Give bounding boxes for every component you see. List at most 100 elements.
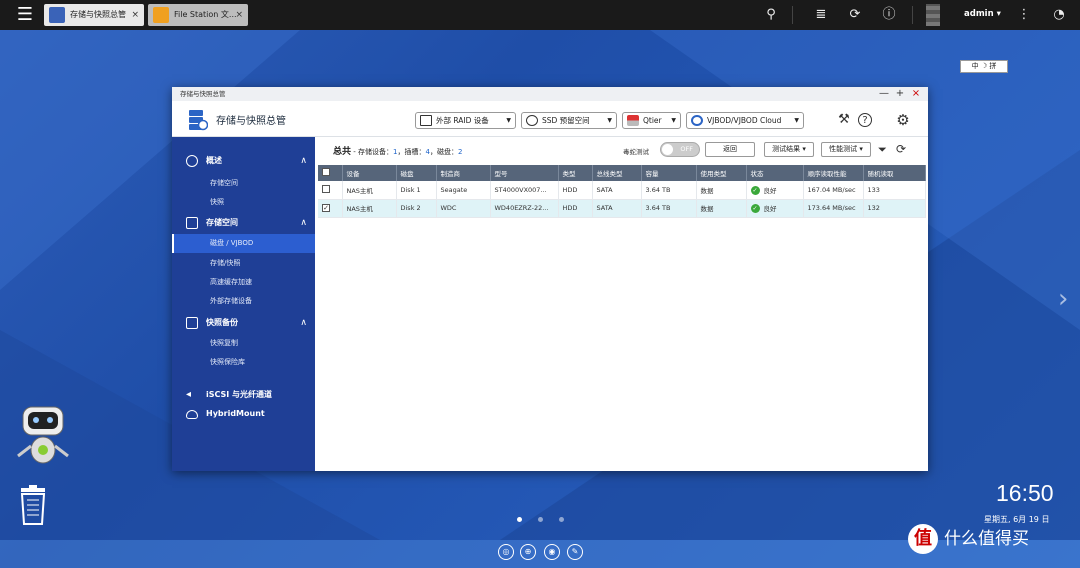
column-header[interactable]: 制造商 xyxy=(436,165,491,181)
toggle-knob xyxy=(662,144,673,155)
tab-storage-manager[interactable]: 存储与快照总管 × xyxy=(44,4,144,26)
back-button[interactable]: 返回 xyxy=(705,142,755,157)
chevron-down-icon: ▼ xyxy=(506,117,511,124)
select-all-checkbox[interactable] xyxy=(318,165,343,181)
robot-assistant-icon[interactable] xyxy=(14,404,72,470)
sidebar-group-hybridmount[interactable]: HybridMount xyxy=(172,404,315,424)
disk-list-panel: 总共 - 存储设备：1，插槽：4，磁盘：2 毒蛇测试 OFF 返回 测试结果 ▾… xyxy=(315,137,928,471)
cell-vendor: Seagate xyxy=(436,181,491,200)
sidebar-item-external[interactable]: 外部存储设备 xyxy=(172,292,315,311)
row-checkbox-cell[interactable] xyxy=(318,181,343,200)
ime-indicator[interactable]: 中 ☽ 拼 xyxy=(960,60,1008,73)
column-header[interactable]: 容量 xyxy=(641,165,697,181)
page-dot[interactable] xyxy=(559,517,564,522)
sidebar-group-storage[interactable]: 存储空间 ∧ xyxy=(172,213,315,233)
page-dot[interactable] xyxy=(538,517,543,522)
chevron-up-icon[interactable]: ∧ xyxy=(300,213,307,233)
hamburger-icon[interactable]: ☰ xyxy=(10,5,40,25)
sidebar-group-snapshot-backup[interactable]: 快照备份 ∧ xyxy=(172,313,315,333)
ssd-reserve-button[interactable]: SSD 预留空间 ▼ xyxy=(521,112,617,129)
tab-label: File Station 文... xyxy=(174,10,237,19)
column-header[interactable]: 随机读取 xyxy=(863,165,926,181)
trash-icon[interactable] xyxy=(18,485,48,525)
chevron-up-icon[interactable]: ∧ xyxy=(300,313,307,333)
divider xyxy=(792,6,793,24)
sidebar-group-label: 概述 xyxy=(206,156,222,165)
sidebar-group-overview[interactable]: 概述 ∧ xyxy=(172,151,315,171)
sidebar-item-storage[interactable]: 存储空间 xyxy=(172,174,315,193)
status-text: 良好 xyxy=(763,204,777,213)
settings-gear-icon[interactable]: ⚙ xyxy=(895,112,911,128)
cell-usage: 数据 xyxy=(696,199,747,218)
row-checkbox[interactable] xyxy=(322,184,330,193)
sync-icon[interactable]: ⟳ xyxy=(846,6,864,24)
sidebar-item-cache[interactable]: 高速缓存加速 xyxy=(172,273,315,292)
avatar[interactable] xyxy=(926,4,940,26)
table-row[interactable]: NAS主机 Disk 1 Seagate ST4000VX007... HDD … xyxy=(318,181,926,200)
external-raid-button[interactable]: 外部 RAID 设备 ▼ xyxy=(415,112,516,129)
toggle-state: OFF xyxy=(680,145,693,153)
window-titlebar[interactable]: 存储与快照总管 xyxy=(172,87,928,101)
cell-capacity: 3.64 TB xyxy=(641,181,697,200)
cell-seq-read: 167.04 MB/sec xyxy=(803,181,864,200)
close-icon[interactable]: × xyxy=(235,4,243,26)
cell-capacity: 3.64 TB xyxy=(641,199,697,218)
vjbod-button[interactable]: VJBOD/VJBOD Cloud ▼ xyxy=(686,112,804,129)
sidebar-item-disks-vjbod[interactable]: 磁盘 / VJBOD xyxy=(172,234,315,253)
qtier-icon xyxy=(627,115,639,126)
row-checkbox-cell[interactable]: ✓ xyxy=(318,199,343,218)
maximize-button[interactable]: + xyxy=(894,88,906,100)
column-header[interactable]: 型号 xyxy=(490,165,559,181)
external-raid-label: 外部 RAID 设备 xyxy=(436,116,489,125)
sidebar-item-storage-snapshot[interactable]: 存储/快照 xyxy=(172,254,315,273)
summary-disks: 2 xyxy=(457,148,463,156)
cell-device: NAS主机 xyxy=(342,181,397,200)
sidebar-item-snapshot-replica[interactable]: 快照复制 xyxy=(172,334,315,353)
chevron-down-icon: ▼ xyxy=(671,117,676,124)
minimize-button[interactable]: — xyxy=(878,88,890,100)
filter-icon[interactable]: ⏷ xyxy=(878,143,887,157)
table-row[interactable]: ✓ NAS主机 Disk 2 WDC WD40EZRZ-22... HDD SA… xyxy=(318,199,926,218)
refresh-icon[interactable]: ⟳ xyxy=(896,142,906,156)
column-header[interactable]: 磁盘 xyxy=(396,165,437,181)
sidebar-group-iscsi[interactable]: ◂ iSCSI 与光纤通道 xyxy=(172,385,315,405)
help-icon[interactable]: ? xyxy=(858,113,872,127)
cell-bus: SATA xyxy=(592,199,642,218)
close-button[interactable]: × xyxy=(910,88,922,100)
next-page-arrow-icon[interactable]: › xyxy=(1058,284,1068,314)
app-header: 存储与快照总管 外部 RAID 设备 ▼ SSD 预留空间 ▼ Qtier ▼ … xyxy=(172,101,928,137)
close-icon[interactable]: × xyxy=(131,4,139,26)
performance-test-button[interactable]: 性能测试 ▾ xyxy=(821,142,871,157)
dock-app-icon[interactable]: ◉ xyxy=(544,544,560,560)
viper-test-toggle[interactable]: OFF xyxy=(660,142,700,157)
stack-icon[interactable]: ≣ xyxy=(812,6,830,24)
taskbar: ☰ 存储与快照总管 × File Station 文... × ⚲ ≣ ⟳ ⓘ … xyxy=(0,0,1080,30)
dashboard-icon[interactable]: ◔ xyxy=(1050,6,1068,24)
sidebar-item-snapshot-vault[interactable]: 快照保险库 xyxy=(172,353,315,372)
column-header[interactable]: 状态 xyxy=(746,165,804,181)
column-header[interactable]: 设备 xyxy=(342,165,397,181)
sidebar-item-snapshot[interactable]: 快照 xyxy=(172,193,315,212)
row-checkbox[interactable]: ✓ xyxy=(322,204,330,212)
desktop-clock: 16:50 xyxy=(996,480,1054,506)
tab-file-station[interactable]: File Station 文... × xyxy=(148,4,248,26)
chevron-up-icon[interactable]: ∧ xyxy=(300,151,307,171)
qtier-button[interactable]: Qtier ▼ xyxy=(622,112,681,129)
search-icon[interactable]: ⚲ xyxy=(762,6,780,24)
storage-manager-window: 存储与快照总管 — + × 存储与快照总管 外部 RAID 设备 ▼ SSD 预… xyxy=(172,87,928,471)
test-results-button[interactable]: 测试结果 ▾ xyxy=(764,142,814,157)
info-icon[interactable]: ⓘ xyxy=(880,6,898,24)
column-header[interactable]: 总线类型 xyxy=(592,165,642,181)
tools-icon[interactable]: ⚒ xyxy=(836,112,852,128)
dock-app-icon[interactable]: ⊕ xyxy=(520,544,536,560)
dock-app-icon[interactable]: ✎ xyxy=(567,544,583,560)
more-icon[interactable]: ⋮ xyxy=(1015,6,1033,24)
dock-app-icon[interactable]: ◎ xyxy=(498,544,514,560)
column-header[interactable]: 使用类型 xyxy=(696,165,747,181)
checkbox[interactable] xyxy=(322,168,330,176)
column-header[interactable]: 类型 xyxy=(558,165,593,181)
user-menu[interactable]: admin ▾ xyxy=(964,9,1001,19)
page-dot-active[interactable] xyxy=(517,517,522,522)
column-header[interactable]: 顺序读取性能 xyxy=(803,165,864,181)
raid-icon xyxy=(420,115,432,126)
